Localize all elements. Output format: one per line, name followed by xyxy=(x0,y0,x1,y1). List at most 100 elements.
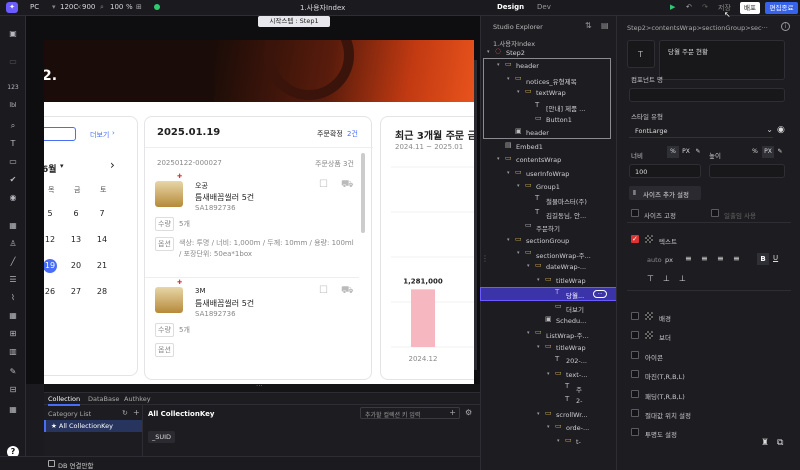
bottom-tab[interactable]: Authkey xyxy=(124,395,151,403)
list-icon[interactable]: ☰ xyxy=(7,274,19,286)
attach-icon[interactable]: ⌇ xyxy=(7,292,19,304)
calendar-day[interactable]: 21 xyxy=(95,259,109,273)
layers-icon[interactable]: ⧉ xyxy=(777,438,783,448)
tree-row[interactable]: T 김길동님, 안... xyxy=(481,208,617,220)
font-select[interactable]: FontLarge ⌄ xyxy=(629,124,773,138)
layout-toggle-icon[interactable]: ▤ xyxy=(601,21,609,30)
product-name[interactable]: 틈새배꼽씰러 5건 xyxy=(195,192,254,203)
tab-dev[interactable]: Dev xyxy=(537,3,551,11)
panel-splitter[interactable]: ··· xyxy=(44,382,480,392)
tree-row[interactable]: ▾ ▭ ListWrap-주... xyxy=(481,328,617,341)
tree-row[interactable]: T주 xyxy=(481,382,617,395)
width-unit-group[interactable]: % PX ✎ xyxy=(665,146,705,158)
tree-row[interactable]: ▾ ▭ dateWrap-... xyxy=(481,261,617,273)
calendar-day[interactable]: 28 xyxy=(95,285,109,299)
align-justify-icon[interactable]: ≡ xyxy=(733,254,740,263)
text-checkbox[interactable]: ✓ xyxy=(631,235,639,243)
play-icon[interactable]: ▶ xyxy=(670,3,675,11)
tree-row[interactable]: T 철물마스터(주) xyxy=(481,194,617,207)
tree-row[interactable]: ▾ ▭ text-... xyxy=(481,369,617,381)
cart-icon[interactable]: ⛟ xyxy=(341,179,354,192)
padding-checkbox[interactable] xyxy=(631,389,639,398)
expand-chevron-icon[interactable]: ▾ xyxy=(507,170,510,176)
order-scrollbar[interactable] xyxy=(361,153,365,233)
tree-row[interactable]: ▭ Button1 xyxy=(481,114,617,126)
suid-chip[interactable]: _SUID xyxy=(148,431,176,443)
edit-done-button[interactable]: 편집종료 xyxy=(765,2,798,14)
paint-icon[interactable]: ♜ xyxy=(761,438,769,448)
tree-row[interactable]: ▾ ▭ userInfoWrap xyxy=(481,168,617,180)
expand-chevron-icon[interactable]: ▾ xyxy=(487,49,490,55)
expand-chevron-icon[interactable]: ▾ xyxy=(507,237,510,243)
tree-row[interactable]: ▾ ▭ t- xyxy=(481,436,617,448)
cart-icon[interactable]: ⛟ xyxy=(341,285,354,298)
expand-chevron-icon[interactable]: ▾ xyxy=(537,411,540,417)
calendar-month[interactable]: 6월 xyxy=(44,162,57,175)
margin-checkbox[interactable] xyxy=(631,370,639,379)
chart-icon[interactable]: ▥ xyxy=(7,346,19,358)
expand-chevron-icon[interactable]: ▾ xyxy=(507,76,510,82)
tree-row[interactable]: ▾ ◌ Step2 xyxy=(481,47,617,59)
bottom-tab[interactable]: DataBase xyxy=(88,395,119,403)
tree-row[interactable]: ▾ ▭ Group1 xyxy=(481,181,617,193)
tree-row[interactable]: T 당월... ··· xyxy=(480,287,618,302)
icon-checkbox[interactable] xyxy=(631,350,639,359)
expand-chevron-icon[interactable]: ▾ xyxy=(527,330,530,336)
canvas-scrollbar[interactable] xyxy=(474,60,477,370)
bold-icon[interactable]: B xyxy=(757,253,769,265)
expand-chevron-icon[interactable]: ▾ xyxy=(537,344,540,350)
valign-bottom-icon[interactable]: ⊥ xyxy=(679,274,686,283)
settings-icon[interactable]: ⚙ xyxy=(465,408,472,417)
tree-row[interactable]: ▾ ▭ notices_유형제목 xyxy=(481,74,617,86)
grid-icon[interactable]: ⊞ xyxy=(7,328,19,340)
bottom-tab[interactable]: Collection xyxy=(48,395,81,406)
tree-row[interactable]: ▭ 더보기 xyxy=(481,302,617,314)
calendar-day-selected[interactable]: 19 xyxy=(44,259,57,273)
calendar-day[interactable]: 14 xyxy=(95,233,109,247)
valign-middle-icon[interactable]: ⊥ xyxy=(663,274,670,283)
zoom-fit-icon[interactable]: ⊞ xyxy=(136,3,142,11)
height-input[interactable] xyxy=(709,164,785,178)
bg-checkbox[interactable] xyxy=(631,312,639,320)
tab-design[interactable]: Design xyxy=(497,3,524,11)
tree-row[interactable]: ▣ header xyxy=(481,127,617,139)
tree-row[interactable]: ▾ ▭ contentsWrap xyxy=(481,154,617,166)
text-value-input[interactable]: 당월 주문 현황 xyxy=(659,40,785,80)
zoom-input[interactable]: 100 xyxy=(110,3,123,11)
tree-row[interactable]: ▾ ▭ sectionGroup xyxy=(481,235,617,247)
product-name[interactable]: 틈새배꼽씰러 5건 xyxy=(195,298,254,309)
tree-row[interactable]: ▤ Embed1 xyxy=(481,141,617,153)
calendar-day[interactable]: 7 xyxy=(95,207,109,221)
expand-chevron-icon[interactable]: ▾ xyxy=(517,89,520,95)
bookmark-icon[interactable]: ☐ xyxy=(319,179,328,190)
height-input[interactable]: 900 xyxy=(82,3,95,11)
tree-row[interactable]: ▾ ▭ orde-... xyxy=(481,422,617,434)
visibility-icon[interactable]: ◉ xyxy=(777,125,785,135)
auto-size[interactable]: auto xyxy=(647,256,662,264)
align-center-icon[interactable]: ≡ xyxy=(701,254,708,263)
link-icon[interactable]: ⊟ xyxy=(7,384,19,396)
tree-row[interactable]: ▾ ▭ sectionWrap-주... xyxy=(481,248,617,261)
tree-row[interactable]: ▾ ▭ titleWrap xyxy=(481,275,617,287)
border-checkbox[interactable] xyxy=(631,331,639,340)
text-color-swatch[interactable] xyxy=(645,235,653,243)
auto-use-checkbox[interactable] xyxy=(711,209,719,217)
undo-icon[interactable]: ↶ xyxy=(686,3,692,11)
fix-size-checkbox[interactable] xyxy=(631,209,639,217)
align-right-icon[interactable]: ≡ xyxy=(717,254,724,263)
label-icon[interactable]: lbl xyxy=(7,100,19,112)
tree-row[interactable]: ▾ ▭ scrollWr... xyxy=(481,409,617,421)
expand-chevron-icon[interactable]: ▾ xyxy=(517,250,520,256)
device-select[interactable]: PC xyxy=(30,3,39,11)
calendar-day[interactable]: 6 xyxy=(69,207,83,221)
bookmark-icon[interactable]: ☐ xyxy=(319,285,328,296)
calendar-day[interactable]: 27 xyxy=(69,285,83,299)
width-input[interactable]: 100 xyxy=(629,164,701,178)
redo-icon[interactable]: ↷ xyxy=(702,3,708,11)
tree-row[interactable]: ▾ ▭ textWrap xyxy=(481,87,617,99)
calendar-icon[interactable]: ▦ xyxy=(7,220,19,232)
expand-chevron-icon[interactable]: ▾ xyxy=(547,424,550,430)
valign-top-icon[interactable]: ⊤ xyxy=(647,274,654,283)
input-icon[interactable]: ▭ xyxy=(7,156,19,168)
expand-chevron-icon[interactable]: ▾ xyxy=(497,62,500,68)
